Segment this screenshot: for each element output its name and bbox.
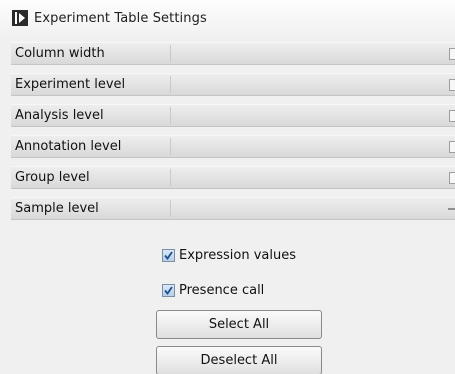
expression-values-checkbox[interactable] (162, 249, 175, 262)
column-divider (170, 45, 171, 62)
section-label: Analysis level (15, 108, 104, 123)
column-divider (170, 107, 171, 124)
expand-icon[interactable] (449, 141, 455, 153)
expand-icon[interactable] (449, 172, 455, 184)
select-all-button[interactable]: Select All (156, 310, 322, 339)
section-label: Sample level (15, 201, 99, 216)
presence-call-option[interactable]: Presence call (162, 283, 264, 298)
panel-header[interactable]: Experiment Table Settings (0, 0, 455, 36)
section-analysis-level[interactable]: Analysis level (11, 104, 455, 127)
checkbox-label: Presence call (179, 283, 265, 298)
section-label: Column width (15, 46, 105, 61)
expand-icon[interactable] (449, 48, 455, 60)
section-label: Experiment level (15, 77, 126, 92)
section-label: Group level (15, 170, 90, 185)
play-triangle-icon[interactable] (12, 10, 28, 26)
section-column-width[interactable]: Column width (11, 42, 455, 65)
section-experiment-level[interactable]: Experiment level (11, 73, 455, 96)
presence-call-checkbox[interactable] (162, 284, 175, 297)
checkbox-label: Expression values (179, 248, 296, 263)
section-label: Annotation level (15, 139, 122, 154)
settings-sections: Column width Experiment level Analysis l… (11, 42, 455, 228)
section-group-level[interactable]: Group level (11, 166, 455, 189)
deselect-all-button[interactable]: Deselect All (156, 346, 322, 374)
column-divider (170, 200, 171, 217)
column-divider (170, 76, 171, 93)
expression-values-option[interactable]: Expression values (162, 248, 296, 263)
sample-level-content: Expression values Presence call Select A… (11, 238, 455, 374)
experiment-table-settings-panel: Experiment Table Settings Column width E… (0, 0, 455, 374)
collapse-icon[interactable] (448, 208, 455, 210)
expand-icon[interactable] (449, 79, 455, 91)
expand-icon[interactable] (449, 110, 455, 122)
section-annotation-level[interactable]: Annotation level (11, 135, 455, 158)
column-divider (170, 169, 171, 186)
panel-title: Experiment Table Settings (34, 10, 207, 26)
section-sample-level[interactable]: Sample level (11, 197, 455, 220)
column-divider (170, 138, 171, 155)
